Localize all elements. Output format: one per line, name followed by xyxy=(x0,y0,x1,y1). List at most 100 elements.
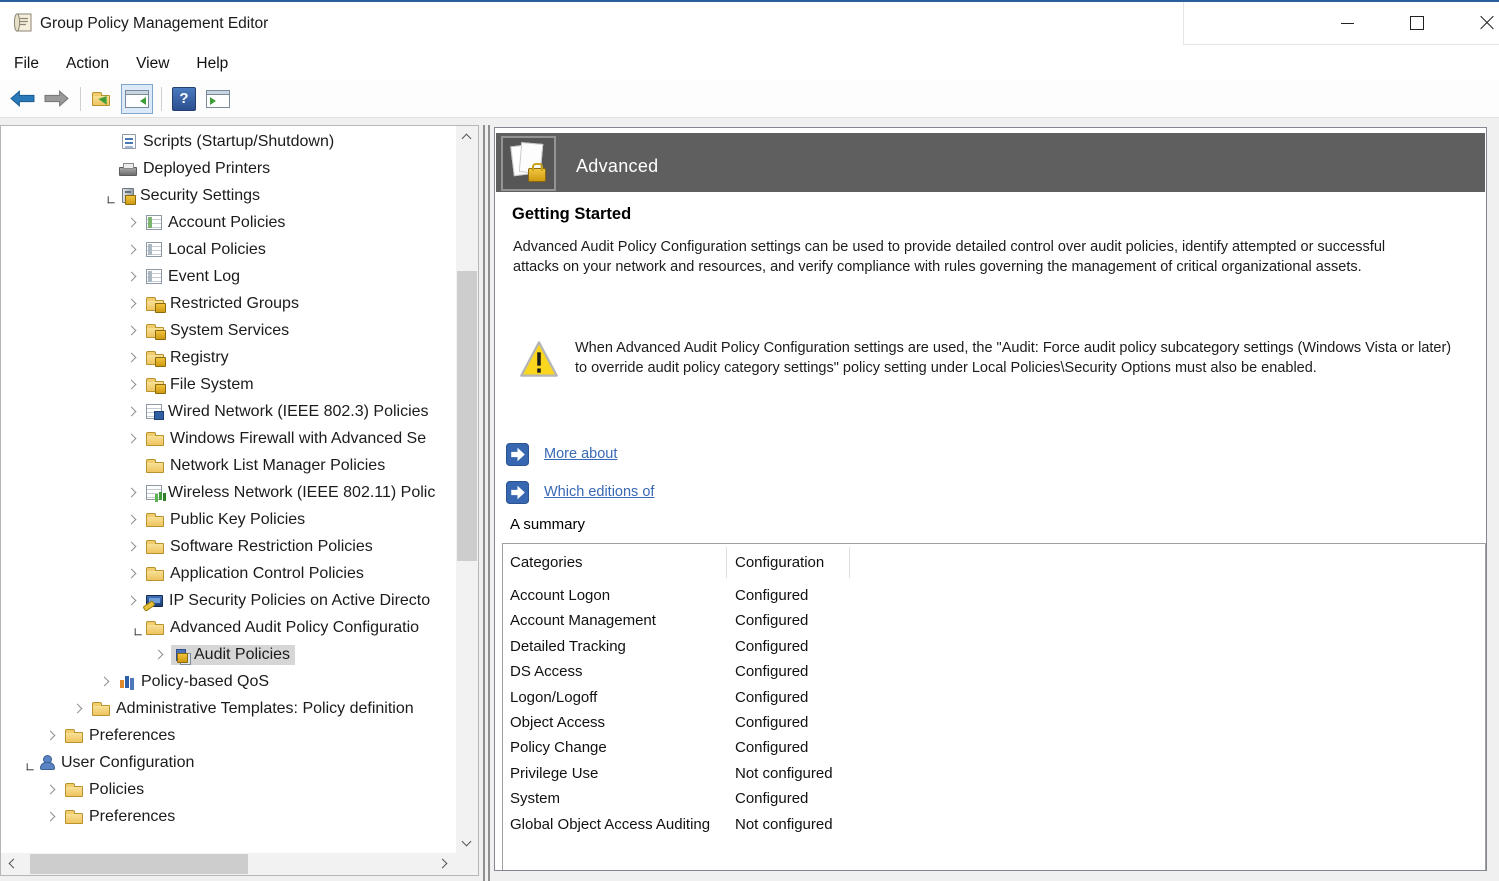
tree-item-software-restriction-policies[interactable]: Software Restriction Policies xyxy=(1,533,456,560)
category-cell: Privilege Use xyxy=(510,765,598,782)
chevron-right-icon[interactable] xyxy=(117,506,144,533)
caption-button-zone xyxy=(1183,2,1499,45)
column-header-categories[interactable]: Categories xyxy=(510,554,583,571)
more-about-link[interactable]: More about xyxy=(544,446,617,462)
tree-item-policies[interactable]: Policies xyxy=(1,776,456,803)
chevron-right-icon[interactable] xyxy=(117,344,144,371)
tree-item-application-control-policies[interactable]: Application Control Policies xyxy=(1,560,456,587)
chevron-right-icon[interactable] xyxy=(117,236,144,263)
horizontal-scrollbar[interactable] xyxy=(1,853,456,875)
audit-policies-header-icon xyxy=(501,136,556,191)
tree-item-windows-firewall-with-advanced-se[interactable]: Windows Firewall with Advanced Se xyxy=(1,425,456,452)
link-more-about[interactable]: More about xyxy=(506,442,617,466)
tree-item-administrative-templates-policy-definiti[interactable]: Administrative Templates: Policy definit… xyxy=(1,695,456,722)
horizontal-scroll-thumb[interactable] xyxy=(30,854,248,874)
warning-icon xyxy=(519,340,559,378)
tree-item-label: Application Control Policies xyxy=(170,565,364,583)
page-title: Advanced xyxy=(576,156,658,177)
chevron-right-icon[interactable] xyxy=(117,479,144,506)
tree-item-audit-policies[interactable]: Audit Policies xyxy=(1,641,456,668)
chevron-right-icon[interactable] xyxy=(117,398,144,425)
tree-item-label: Event Log xyxy=(168,268,240,286)
chevron-right-icon[interactable] xyxy=(117,587,144,614)
chevron-right-icon[interactable] xyxy=(117,263,144,290)
up-one-level-button[interactable] xyxy=(87,84,119,114)
tree-item-advanced-audit-policy-configuratio[interactable]: Advanced Audit Policy Configuratio xyxy=(1,614,456,641)
chevron-right-icon[interactable] xyxy=(36,776,63,803)
tree-item-ip-security-policies-on-active-directo[interactable]: IP Security Policies on Active Directo xyxy=(1,587,456,614)
show-console-tree-button[interactable] xyxy=(121,84,153,114)
tree-item-registry[interactable]: Registry xyxy=(1,344,456,371)
menu-file[interactable]: File xyxy=(14,55,39,73)
tree-item-wired-network-ieee-802-3-policies[interactable]: Wired Network (IEEE 802.3) Policies xyxy=(1,398,456,425)
tree-item-preferences[interactable]: Preferences xyxy=(1,803,456,830)
pane-splitter[interactable] xyxy=(481,125,493,881)
scroll-up-button[interactable] xyxy=(456,126,478,146)
menu-help[interactable]: Help xyxy=(196,55,228,73)
tree-item-label: Preferences xyxy=(89,727,175,745)
maximize-button[interactable] xyxy=(1394,2,1440,44)
tree-item-preferences[interactable]: Preferences xyxy=(1,722,456,749)
tree-item-system-services[interactable]: System Services xyxy=(1,317,456,344)
chevron-right-icon[interactable] xyxy=(117,560,144,587)
back-button[interactable] xyxy=(6,84,38,114)
tree-item-label: Wireless Network (IEEE 802.11) Polic xyxy=(168,484,435,502)
vertical-scroll-thumb[interactable] xyxy=(457,271,477,561)
chevron-right-icon[interactable] xyxy=(117,209,144,236)
tree-item-user-configuration[interactable]: User Configuration xyxy=(1,749,456,776)
which-editions-link[interactable]: Which editions of xyxy=(544,484,654,500)
folder-icon xyxy=(92,705,110,716)
vertical-scrollbar[interactable] xyxy=(456,126,478,853)
link-which-editions[interactable]: Which editions of xyxy=(506,480,654,504)
tree-item-security-settings[interactable]: Security Settings xyxy=(1,182,456,209)
tree-item-local-policies[interactable]: Local Policies xyxy=(1,236,456,263)
menu-action[interactable]: Action xyxy=(66,55,109,73)
scroll-down-button[interactable] xyxy=(456,833,478,853)
scroll-right-button[interactable] xyxy=(434,853,456,875)
chevron-right-icon[interactable] xyxy=(36,803,63,830)
papers-icon xyxy=(511,142,547,184)
chevron-right-icon[interactable] xyxy=(117,425,144,452)
tree-item-scripts-startup-shutdown[interactable]: Scripts (Startup/Shutdown) xyxy=(1,128,456,155)
chevron-right-icon[interactable] xyxy=(144,641,171,668)
tree-item-label: Account Policies xyxy=(168,214,285,232)
tree-item-event-log[interactable]: Event Log xyxy=(1,263,456,290)
folder-icon xyxy=(146,570,164,581)
tree-item-account-policies[interactable]: Account Policies xyxy=(1,209,456,236)
tree-item-restricted-groups[interactable]: Restricted Groups xyxy=(1,290,456,317)
tree-item-deployed-printers[interactable]: Deployed Printers xyxy=(1,155,456,182)
help-button[interactable]: ? xyxy=(168,84,200,114)
scroll-left-button[interactable] xyxy=(1,853,23,875)
column-separator[interactable] xyxy=(849,547,850,578)
tree-item-file-system[interactable]: File System xyxy=(1,371,456,398)
new-window-button[interactable] xyxy=(202,84,234,114)
table-row: SystemConfigured xyxy=(503,787,1485,812)
category-cell: Account Management xyxy=(510,612,656,629)
maximize-icon xyxy=(1410,16,1424,30)
chevron-right-icon[interactable] xyxy=(36,722,63,749)
forward-button[interactable] xyxy=(40,84,72,114)
menu-view[interactable]: View xyxy=(136,55,169,73)
table-row: Account LogonConfigured xyxy=(503,584,1485,609)
minimize-button[interactable] xyxy=(1324,2,1370,44)
close-button[interactable] xyxy=(1464,2,1499,44)
tree-item-label: Software Restriction Policies xyxy=(170,538,373,556)
chevron-right-icon[interactable] xyxy=(63,695,90,722)
chevron-right-icon[interactable] xyxy=(90,668,117,695)
tree-item-public-key-policies[interactable]: Public Key Policies xyxy=(1,506,456,533)
script-icon xyxy=(122,134,136,149)
tree-item-policy-based-qos[interactable]: Policy-based QoS xyxy=(1,668,456,695)
column-separator[interactable] xyxy=(726,547,727,578)
tree-item-label: Audit Policies xyxy=(194,646,290,664)
chevron-right-icon[interactable] xyxy=(117,290,144,317)
chevron-right-icon[interactable] xyxy=(117,371,144,398)
tree-item-label: Wired Network (IEEE 802.3) Policies xyxy=(168,403,429,421)
summary-label: A summary xyxy=(510,516,585,533)
tree-item-wireless-network-ieee-802-11-polic[interactable]: Wireless Network (IEEE 802.11) Polic xyxy=(1,479,456,506)
chevron-right-icon[interactable] xyxy=(117,317,144,344)
tree-item-network-list-manager-policies[interactable]: Network List Manager Policies xyxy=(1,452,456,479)
column-header-configuration[interactable]: Configuration xyxy=(735,554,824,571)
qos-icon xyxy=(119,674,135,689)
computer-key-icon xyxy=(146,595,163,607)
chevron-right-icon[interactable] xyxy=(117,533,144,560)
